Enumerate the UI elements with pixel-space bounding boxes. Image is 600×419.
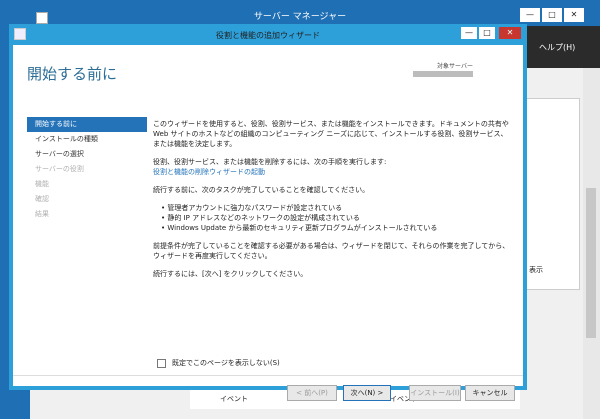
prereq-intro: 続行する前に、次のタスクが完了していることを確認してください。 (153, 186, 370, 194)
server-manager-title: サーバー マネージャー (253, 12, 347, 22)
nav-item-before-you-begin[interactable]: 開始する前に (27, 117, 147, 132)
continue-note: 続行するには、[次へ] をクリックしてください。 (153, 270, 308, 278)
bg-scroll-thumb[interactable] (586, 188, 596, 338)
target-server-value-redacted (413, 71, 473, 77)
prereq-item-password: 管理者アカウントに強力なパスワードが設定されている (161, 203, 513, 213)
bg-help-menu[interactable]: ヘルプ(H) (525, 26, 600, 68)
wizard-titlebar: 役割と機能の追加ウィザード — □ ✕ (9, 24, 527, 44)
prereq-item-network: 静的 IP アドレスなどのネットワークの設定が構成されている (161, 213, 513, 223)
intro-paragraph: このウィザードを使用すると、役割、役割サービス、または機能をインストールできます… (153, 120, 509, 148)
skip-page-checkbox[interactable] (157, 358, 166, 368)
wizard-maximize-button[interactable]: □ (479, 27, 495, 39)
nav-item-features: 機能 (35, 180, 49, 188)
nav-item-server-roles: サーバーの役割 (35, 165, 84, 173)
wizard-header: 開始する前に 対象サーバー (13, 45, 523, 95)
nav-item-results: 結果 (35, 210, 49, 218)
wizard-button-bar: < 前へ(P) 次へ(N) > インストール(I) キャンセル (13, 385, 523, 407)
bg-side-panel: 表示 (520, 98, 580, 290)
bg-maximize-button[interactable]: □ (542, 8, 562, 22)
bg-panel-text: 表示 (529, 266, 543, 274)
footer-divider (13, 375, 523, 376)
prereq-list: 管理者アカウントに強力なパスワードが設定されている 静的 IP アドレスなどのネ… (153, 203, 513, 233)
wizard-title: 役割と機能の追加ウィザード (216, 31, 320, 40)
page-title: 開始する前に (27, 65, 118, 83)
wizard-minimize-button[interactable]: — (461, 27, 477, 39)
remove-wizard-link[interactable]: 役割と機能の削除ウィザードの起動 (153, 167, 513, 177)
bg-minimize-button[interactable]: — (520, 8, 540, 22)
bg-close-button[interactable]: ✕ (564, 8, 584, 22)
wizard-close-button[interactable]: ✕ (499, 27, 521, 39)
cancel-button[interactable]: キャンセル (465, 385, 515, 401)
bg-scrollbar[interactable] (583, 68, 600, 419)
wizard-nav: 開始する前に インストールの種類 サーバーの選択 サーバーの役割 機能 確認 結… (27, 117, 147, 222)
server-manager-titlebar: サーバー マネージャー — □ ✕ (0, 0, 600, 26)
skip-page-checkbox-row[interactable]: 既定でこのページを表示しない(S) (157, 358, 280, 368)
previous-button[interactable]: < 前へ(P) (287, 385, 337, 401)
remove-instructions: 役割、役割サービス、または機能を削除するには、次の手順を実行します: (153, 158, 387, 166)
prereq-note: 前提条件が完了していることを確認する必要がある場合は、ウィザードを閉じて、それら… (153, 242, 510, 260)
add-roles-wizard-dialog: 役割と機能の追加ウィザード — □ ✕ 開始する前に 対象サーバー 開始する前に… (9, 24, 527, 401)
target-server-label: 対象サーバー (437, 63, 473, 70)
prereq-item-updates: Windows Update から最新のセキュリティ更新プログラムがインストール… (161, 223, 513, 233)
next-button[interactable]: 次へ(N) > (343, 385, 391, 401)
nav-item-installation-type[interactable]: インストールの種類 (27, 132, 147, 147)
help-menu-label: ヘルプ(H) (539, 43, 576, 52)
wizard-client-area: 開始する前に 対象サーバー 開始する前に インストールの種類 サーバーの選択 サ… (13, 45, 523, 401)
install-button[interactable]: インストール(I) (409, 385, 461, 401)
nav-item-server-selection[interactable]: サーバーの選択 (27, 147, 147, 162)
wizard-content: このウィザードを使用すると、役割、役割サービス、または機能をインストールできます… (153, 119, 513, 287)
skip-page-checkbox-label: 既定でこのページを表示しない(S) (172, 359, 280, 367)
nav-item-confirmation: 確認 (35, 195, 49, 203)
